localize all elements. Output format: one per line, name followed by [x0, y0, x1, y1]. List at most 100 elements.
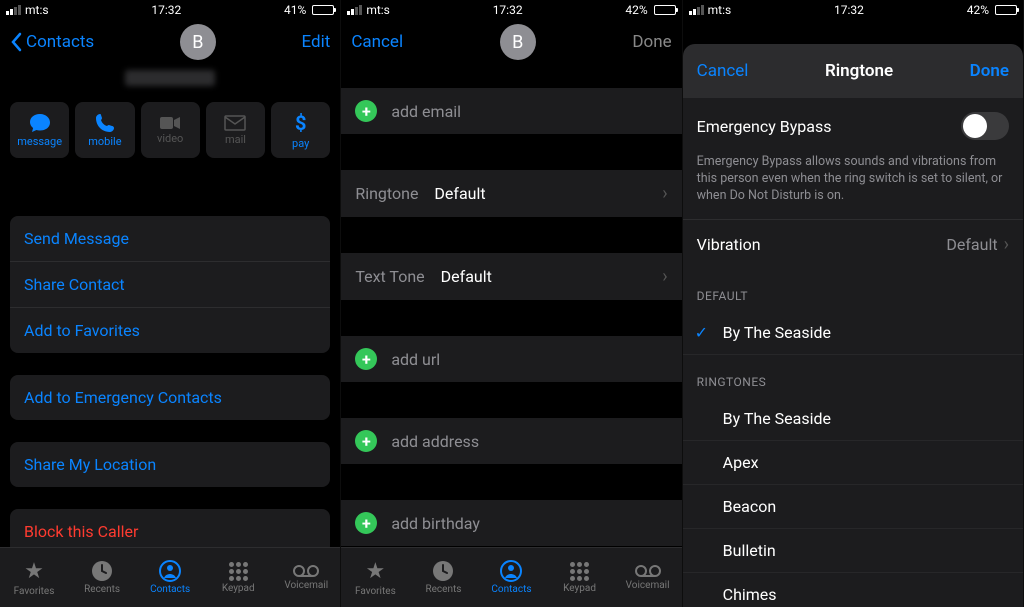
- texttone-value: Default: [441, 267, 492, 286]
- avatar: B: [180, 24, 216, 60]
- mail-icon: [224, 115, 246, 131]
- carrier-label: mt:s: [25, 3, 49, 17]
- add-icon: +: [355, 100, 377, 122]
- status-time: 17:32: [151, 3, 181, 17]
- add-address-label: add address: [391, 432, 479, 451]
- done-button[interactable]: Done: [632, 32, 671, 52]
- cancel-button[interactable]: Cancel: [697, 61, 749, 81]
- status-time: 17:32: [834, 3, 864, 17]
- section-default: DEFAULT: [683, 269, 1023, 311]
- done-button[interactable]: Done: [970, 61, 1009, 81]
- contact-edit-screen: mt:s 17:32 42% Cancel B Done + add email…: [341, 0, 682, 607]
- add-email-row[interactable]: + add email: [341, 88, 681, 134]
- star-icon: ★: [365, 559, 385, 584]
- voicemail-icon: [634, 564, 662, 578]
- status-bar: mt:s 17:32 42%: [683, 0, 1023, 20]
- tab-recents[interactable]: Recents: [68, 548, 136, 607]
- vibration-value: Default: [946, 235, 997, 254]
- vibration-row[interactable]: Vibration Default ›: [683, 219, 1023, 269]
- tab-favorites[interactable]: ★ Favorites: [0, 548, 68, 607]
- contacts-icon: [500, 560, 522, 582]
- sheet-header: Cancel Ringtone Done: [683, 44, 1023, 98]
- mail-tile[interactable]: mail: [206, 102, 265, 158]
- nav-bar: Cancel B Done: [341, 20, 681, 64]
- emergency-bypass-row: Emergency Bypass: [683, 98, 1023, 154]
- status-time: 17:32: [493, 3, 523, 17]
- battery-percent: 42%: [625, 3, 647, 17]
- tab-recents[interactable]: Recents: [409, 548, 477, 607]
- add-url-label: add url: [391, 350, 440, 369]
- ringtone-key: Ringtone: [355, 184, 418, 203]
- phone-icon: [95, 113, 115, 133]
- nav-bar: Contacts B Edit: [0, 20, 340, 64]
- ringtone-label: By The Seaside: [723, 323, 831, 342]
- tile-label: mobile: [88, 135, 121, 148]
- video-tile[interactable]: video: [141, 102, 200, 158]
- cancel-button[interactable]: Cancel: [351, 32, 403, 52]
- ringtone-screen: mt:s 17:32 42% Cancel Ringtone Done Emer…: [683, 0, 1024, 607]
- help-text: Emergency Bypass allows sounds and vibra…: [683, 154, 1023, 219]
- default-ringtone-row[interactable]: ✓ By The Seaside: [683, 311, 1023, 355]
- emergency-bypass-label: Emergency Bypass: [697, 117, 832, 136]
- ringtone-value: Default: [434, 184, 485, 203]
- add-url-row[interactable]: + add url: [341, 336, 681, 382]
- carrier-label: mt:s: [366, 3, 390, 17]
- ringtone-option[interactable]: Bulletin: [683, 529, 1023, 573]
- ringtone-option[interactable]: By The Seaside: [683, 397, 1023, 441]
- vibration-key: Vibration: [697, 235, 761, 254]
- send-message-row[interactable]: Send Message: [10, 216, 330, 262]
- share-location-row[interactable]: Share My Location: [10, 442, 330, 487]
- add-icon: +: [355, 430, 377, 452]
- add-birthday-row[interactable]: + add birthday: [341, 500, 681, 546]
- star-icon: ★: [24, 559, 44, 584]
- actions-group-2: Add to Emergency Contacts: [10, 375, 330, 420]
- tab-voicemail[interactable]: Voicemail: [272, 548, 340, 607]
- add-birthday-label: add birthday: [391, 514, 480, 533]
- ringtone-option[interactable]: Beacon: [683, 485, 1023, 529]
- battery-percent: 41%: [284, 3, 306, 17]
- action-tiles: message mobile video mail $ pay: [0, 94, 340, 166]
- sheet-title: Ringtone: [825, 61, 893, 81]
- message-tile[interactable]: message: [10, 102, 69, 158]
- battery-percent: 42%: [967, 3, 989, 17]
- ringtone-option[interactable]: Chimes: [683, 573, 1023, 607]
- pay-tile[interactable]: $ pay: [271, 102, 330, 158]
- tab-keypad[interactable]: Keypad: [546, 548, 614, 607]
- ringtone-row[interactable]: Ringtone Default ›: [341, 170, 681, 217]
- battery-icon: [654, 5, 676, 15]
- emergency-bypass-toggle[interactable]: [961, 112, 1009, 140]
- texttone-key: Text Tone: [355, 267, 424, 286]
- sheet-body: Emergency Bypass Emergency Bypass allows…: [683, 98, 1023, 607]
- actions-group-3: Share My Location: [10, 442, 330, 487]
- section-ringtones: RINGTONES: [683, 355, 1023, 397]
- carrier-label: mt:s: [708, 3, 732, 17]
- keypad-icon: [570, 562, 589, 581]
- tab-contacts[interactable]: Contacts: [477, 548, 545, 607]
- battery-icon: [312, 5, 334, 15]
- voicemail-icon: [292, 564, 320, 578]
- add-emergency-row[interactable]: Add to Emergency Contacts: [10, 375, 330, 420]
- tab-voicemail[interactable]: Voicemail: [614, 548, 682, 607]
- tab-favorites[interactable]: ★ Favorites: [341, 548, 409, 607]
- edit-button[interactable]: Edit: [302, 32, 331, 52]
- content: Send Message Share Contact Add to Favori…: [0, 166, 340, 607]
- tile-label: message: [17, 135, 62, 148]
- chevron-right-icon: ›: [662, 183, 667, 204]
- video-icon: [159, 116, 181, 130]
- tile-label: mail: [225, 133, 246, 146]
- share-contact-row[interactable]: Share Contact: [10, 262, 330, 308]
- tab-bar: ★ Favorites Recents Contacts Keypad Voic…: [341, 547, 681, 607]
- texttone-row[interactable]: Text Tone Default ›: [341, 253, 681, 300]
- clock-icon: [91, 560, 113, 582]
- tab-keypad[interactable]: Keypad: [204, 548, 272, 607]
- add-address-row[interactable]: + add address: [341, 418, 681, 464]
- tab-contacts[interactable]: Contacts: [136, 548, 204, 607]
- tab-bar: ★ Favorites Recents Contacts Keypad Voic…: [0, 547, 340, 607]
- clock-icon: [432, 560, 454, 582]
- tile-label: video: [157, 132, 183, 145]
- mobile-tile[interactable]: mobile: [75, 102, 134, 158]
- add-favorites-row[interactable]: Add to Favorites: [10, 308, 330, 353]
- back-button[interactable]: Contacts: [10, 32, 94, 52]
- ringtone-option[interactable]: Apex: [683, 441, 1023, 485]
- add-icon: +: [355, 348, 377, 370]
